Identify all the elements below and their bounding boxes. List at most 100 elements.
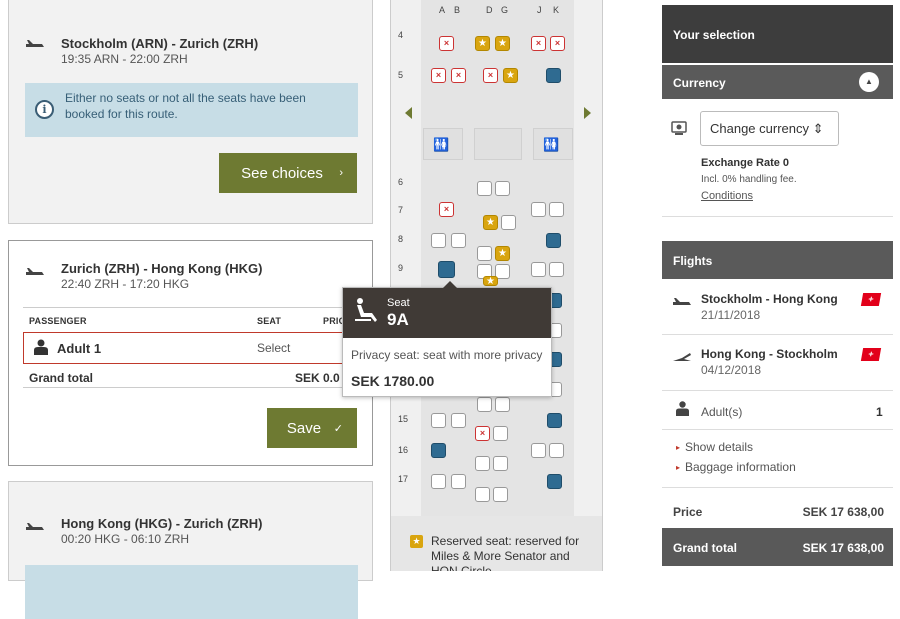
seat-recline-icon: [353, 297, 379, 328]
seat-privacy[interactable]: [547, 474, 562, 489]
seat-available[interactable]: [477, 246, 492, 261]
seat-blocked: ×: [439, 36, 454, 51]
divider: [662, 216, 893, 217]
grand-total-bar: Grand total SEK 17 638,00: [662, 528, 893, 566]
baggage-info-link[interactable]: Baggage information: [685, 460, 796, 474]
col-label-j: J: [537, 5, 542, 15]
seat-available[interactable]: [451, 413, 466, 428]
seat-blocked: ×: [451, 68, 466, 83]
seat-reserved[interactable]: ★: [503, 68, 518, 83]
grand-total-value: SEK 0.0: [295, 371, 340, 385]
col-passenger: PASSENGER: [29, 316, 87, 326]
seat-available[interactable]: [549, 262, 564, 277]
seat-available[interactable]: [475, 487, 490, 502]
row-label: 17: [398, 474, 409, 484]
seat-available[interactable]: [477, 181, 492, 196]
see-choices-button[interactable]: See choices ›: [219, 153, 357, 193]
person-icon: [676, 401, 689, 421]
seat-available[interactable]: [431, 413, 446, 428]
seat-available[interactable]: [451, 474, 466, 489]
seat-reserved[interactable]: ★: [495, 246, 510, 261]
seat-privacy[interactable]: [546, 233, 561, 248]
galley: [474, 128, 522, 160]
col-label-a: A: [439, 5, 446, 15]
col-label-g: G: [501, 5, 509, 15]
passenger-row[interactable]: Adult 1 Select: [23, 332, 373, 364]
seat-available[interactable]: [493, 487, 508, 502]
seat-reserved[interactable]: ★: [475, 36, 490, 51]
person-icon: [34, 339, 48, 360]
seat-available[interactable]: [475, 456, 490, 471]
handling-fee: Incl. 0% handling fee.: [701, 174, 797, 185]
seat-reserved[interactable]: ★: [483, 215, 498, 230]
seat-reserved[interactable]: ★: [495, 36, 510, 51]
seat-available[interactable]: [549, 202, 564, 217]
route-title: Stockholm (ARN) - Zurich (ZRH): [61, 36, 259, 51]
selection-panel: Your selection Currency ▲ Change currenc…: [662, 5, 893, 571]
seat-available[interactable]: [493, 426, 508, 441]
plane-icon: [25, 263, 45, 284]
seat-blocked: ×: [475, 426, 490, 441]
row-label: 8: [398, 234, 404, 244]
seat-available[interactable]: [493, 456, 508, 471]
seat-privacy[interactable]: [546, 68, 561, 83]
seat-available[interactable]: [495, 181, 510, 196]
seat-available[interactable]: [495, 397, 510, 412]
flight-card-arn-zrh: Stockholm (ARN) - Zurich (ZRH) 19:35 ARN…: [8, 0, 373, 224]
info-icon: i: [35, 100, 54, 119]
change-currency-select[interactable]: Change currency ⇕: [700, 111, 839, 146]
seat-blocked: ×: [431, 68, 446, 83]
seat-privacy[interactable]: [547, 413, 562, 428]
flight-list: Stockholm (ARN) - Zurich (ZRH) 19:35 ARN…: [0, 0, 390, 619]
toilet-icon: 🚻: [543, 137, 560, 152]
check-icon: ✓: [333, 422, 343, 435]
collapse-icon[interactable]: ▲: [859, 72, 879, 92]
button-label: See choices: [241, 164, 323, 182]
col-label-k: K: [553, 5, 560, 15]
selection-header: Your selection: [662, 5, 893, 63]
landing-icon: [672, 350, 692, 368]
save-button[interactable]: Save ✓: [267, 408, 357, 448]
seat-blocked: ×: [439, 202, 454, 217]
grand-total-value: SEK 17 638,00: [802, 541, 884, 555]
swiss-logo-icon: +: [860, 293, 882, 306]
toilet-right: 🚻: [533, 128, 573, 160]
currency-header[interactable]: Currency ▲: [662, 65, 893, 99]
info-message: [25, 565, 358, 619]
seat-available[interactable]: [431, 233, 446, 248]
price-label: Price: [673, 505, 703, 519]
row-label: 6: [398, 177, 404, 187]
button-label: Save: [286, 419, 322, 437]
exit-right-icon: [584, 107, 591, 119]
flight-route: Hong Kong - Stockholm: [701, 347, 838, 361]
exchange-rate: Exchange Rate 0: [701, 157, 790, 169]
flight-card-hkg-zrh: Hong Kong (HKG) - Zurich (ZRH) 00:20 HKG…: [8, 481, 373, 619]
seat-reserved[interactable]: ★: [483, 276, 498, 287]
col-label-b: B: [454, 5, 461, 15]
seat-available[interactable]: [451, 233, 466, 248]
route-title: Hong Kong (HKG) - Zurich (ZRH): [61, 516, 263, 531]
seat-available[interactable]: [501, 215, 516, 230]
grand-total-label: Grand total: [29, 371, 94, 385]
tooltip-header: Seat 9A: [343, 288, 551, 338]
flights-header: Flights: [662, 241, 893, 279]
seat-select-link[interactable]: Select: [257, 341, 290, 355]
conditions-link[interactable]: Conditions: [701, 190, 753, 202]
arrow-right-icon: ▸: [676, 463, 681, 472]
seat-available[interactable]: [531, 262, 546, 277]
seat-available[interactable]: [531, 202, 546, 217]
seat-available[interactable]: [531, 443, 546, 458]
tooltip-description: Privacy seat: seat with more privacy: [351, 348, 543, 362]
tooltip-price: SEK 1780.00: [351, 373, 435, 389]
seat-available[interactable]: [477, 397, 492, 412]
seat-available[interactable]: [431, 474, 446, 489]
seat-privacy[interactable]: [431, 443, 446, 458]
seat-9a-selected[interactable]: [438, 261, 455, 278]
plane-icon: [25, 35, 45, 56]
info-message: i Either no seats or not all the seats h…: [25, 83, 358, 137]
swiss-logo-icon: +: [860, 348, 882, 361]
seat-available[interactable]: [549, 443, 564, 458]
currency-title: Currency: [673, 76, 726, 90]
row-label: 16: [398, 445, 409, 455]
show-details-link[interactable]: Show details: [685, 440, 753, 454]
